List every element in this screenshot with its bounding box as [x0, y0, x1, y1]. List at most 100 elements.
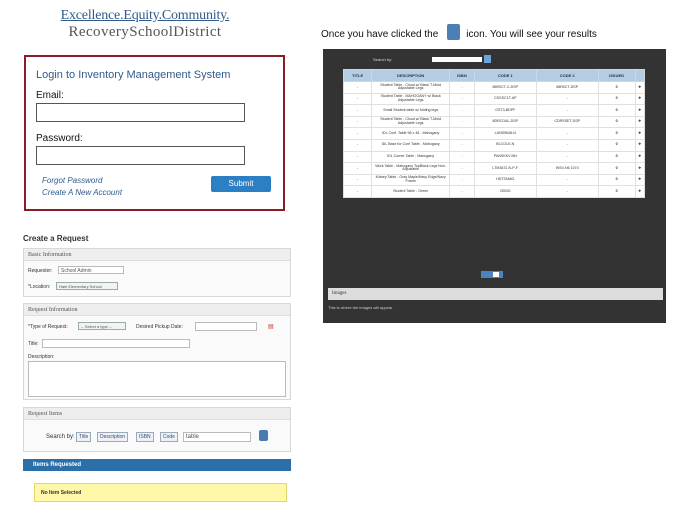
table-row[interactable]: - Small Student table w/ folding legs - GST… [342, 104, 646, 117]
title-label: Title: [28, 341, 39, 347]
col-isbn[interactable]: ISBN [449, 69, 475, 82]
cell-title: - [342, 81, 373, 94]
sort-isbn-button[interactable]: ISBN [136, 432, 154, 442]
cell-issued: 0 [597, 173, 636, 187]
cell-description: Student Table - MAHOGANY w/ Black Adjust… [371, 92, 451, 106]
cell-isbn: - [449, 127, 475, 140]
add-item-icon[interactable]: ✚ [634, 115, 646, 129]
cell-isbn: - [449, 150, 475, 164]
cell-isbn: - [449, 115, 475, 129]
sort-title-button[interactable]: Title [76, 432, 92, 442]
description-field[interactable] [28, 361, 286, 397]
col-code1[interactable]: CODE 1 [473, 69, 537, 82]
cell-code2: - [535, 173, 599, 187]
cell-code2: 88R0CT-DSP [535, 81, 599, 94]
cell-title: - [342, 173, 373, 187]
calendar-icon[interactable]: ▤ [268, 323, 274, 330]
cell-code2: - [535, 138, 599, 152]
cell-issued: 0 [597, 138, 636, 152]
sort-code-button[interactable]: Code [160, 432, 178, 442]
add-item-icon[interactable]: ✚ [634, 81, 646, 94]
request-items-header: Request Items [24, 408, 290, 420]
request-type-select[interactable]: -- Select a type -- [78, 322, 126, 330]
cell-description: IDL Conf. Table 96 x 48 - Mahogany [371, 127, 451, 140]
table-row[interactable]: - Student Table - Green -2503G -0 ✚ [342, 185, 646, 198]
password-field[interactable] [36, 146, 245, 165]
add-item-icon[interactable]: ✚ [634, 185, 646, 198]
cell-description: Small Student table w/ folding legs [371, 104, 451, 117]
cell-code1: PANSKKV-NN [473, 150, 537, 164]
cell-description: Student Table - Cloud w/ Black T-Mold Ad… [371, 81, 451, 94]
cell-code2: - [535, 185, 599, 198]
col-title[interactable]: TITLE [342, 69, 373, 82]
pager[interactable] [481, 271, 503, 278]
item-search-input[interactable]: table [183, 432, 251, 442]
cell-description: IDL Base for Conf Table - Mahogany [371, 138, 451, 152]
cell-code1: LANS9648-N [473, 127, 537, 140]
table-row[interactable]: - Student Table - Cloud w/ Black T-Mold A… [342, 81, 646, 94]
col-action [634, 69, 646, 82]
cell-description: Work Table - Mahogany TopBlack Legs Non-… [371, 162, 451, 175]
login-links: Forgot Password Create A New Account [42, 175, 122, 199]
forgot-password-link[interactable]: Forgot Password [42, 175, 122, 187]
pickup-date-field[interactable] [195, 322, 257, 331]
cell-isbn: - [449, 185, 475, 198]
table-row[interactable]: - Student Table - MAHOGANY w/ Black Adjus… [342, 92, 646, 106]
cell-code2: - [535, 127, 599, 140]
request-items-panel: Request Items [23, 407, 291, 452]
col-issued[interactable]: ISSUED [597, 69, 636, 82]
no-item-message: No Item Selected [34, 483, 287, 502]
location-label: *Location: [28, 284, 51, 290]
search-icon[interactable] [259, 430, 268, 441]
cell-code2: - [535, 150, 599, 164]
table-row[interactable]: - IDL Corner Table - Mahogany - PANSKKV-NN -… [342, 150, 646, 164]
cell-description: Student Table - Green [371, 185, 451, 198]
col-code2[interactable]: CODE 2 [535, 69, 599, 82]
email-field[interactable] [36, 103, 245, 122]
cell-isbn: - [449, 162, 475, 175]
cell-isbn: - [449, 138, 475, 152]
request-type-label: *Type of Request: [28, 324, 68, 330]
submit-button[interactable]: Submit [211, 176, 271, 192]
add-item-icon[interactable]: ✚ [634, 92, 646, 106]
logo-name: RecoverySchoolDistrict [68, 24, 222, 40]
results-panel: Search by: TITLE DESCRIPTION ISBN CODE 1… [323, 49, 666, 323]
password-label: Password: [36, 133, 83, 144]
results-search-input[interactable] [432, 57, 483, 62]
cell-issued: 0 [597, 150, 636, 164]
add-item-icon[interactable]: ✚ [634, 104, 646, 117]
location-select[interactable]: Hale Elementary School [56, 282, 118, 290]
col-description[interactable]: DESCRIPTION [371, 69, 451, 82]
cell-code2: - [535, 92, 599, 106]
cell-isbn: - [449, 173, 475, 187]
table-row[interactable]: - Work Table - Mahogany TopBlack Legs Non… [342, 162, 646, 175]
add-item-icon[interactable]: ✚ [634, 138, 646, 152]
cell-code1: LTM3672-N-P-F [473, 162, 537, 175]
sort-description-button[interactable]: Description [97, 432, 129, 442]
request-info-header: Request Information [24, 304, 290, 316]
table-row[interactable]: - Student Table - Cloud w/ Black T-Mold A… [342, 115, 646, 129]
cell-isbn: - [449, 92, 475, 106]
cell-title: - [342, 162, 373, 175]
login-title: Login to Inventory Management System [36, 69, 231, 81]
cell-code1: HDT3348G [473, 173, 537, 187]
search-icon [447, 24, 461, 40]
add-item-icon[interactable]: ✚ [634, 173, 646, 187]
table-row[interactable]: - Kidney Table - Gray Maple/Navy Edge/Nav… [342, 173, 646, 187]
cell-isbn: - [449, 81, 475, 94]
cell-issued: 0 [597, 162, 636, 175]
add-item-icon[interactable]: ✚ [634, 127, 646, 140]
add-item-icon[interactable]: ✚ [634, 150, 646, 164]
add-item-icon[interactable]: ✚ [634, 162, 646, 175]
cell-description: Student Table - Cloud w/ Black T-Mold Ad… [371, 115, 451, 129]
table-row[interactable]: - IDL Base for Conf Table - Mahogany - BLCO… [342, 138, 646, 152]
table-row[interactable]: - IDL Conf. Table 96 x 48 - Mahogany - LANS… [342, 127, 646, 140]
title-field[interactable] [42, 339, 190, 348]
search-icon[interactable] [484, 55, 492, 63]
items-requested-header: Items Requested [23, 459, 291, 471]
images-placeholder-text: This is where the images will appear [328, 305, 393, 310]
create-account-link[interactable]: Create A New Account [42, 187, 122, 199]
cell-code2: - [535, 104, 599, 117]
pickup-date-label: Desired Pickup Date: [136, 324, 183, 330]
images-header: Images [328, 288, 663, 300]
